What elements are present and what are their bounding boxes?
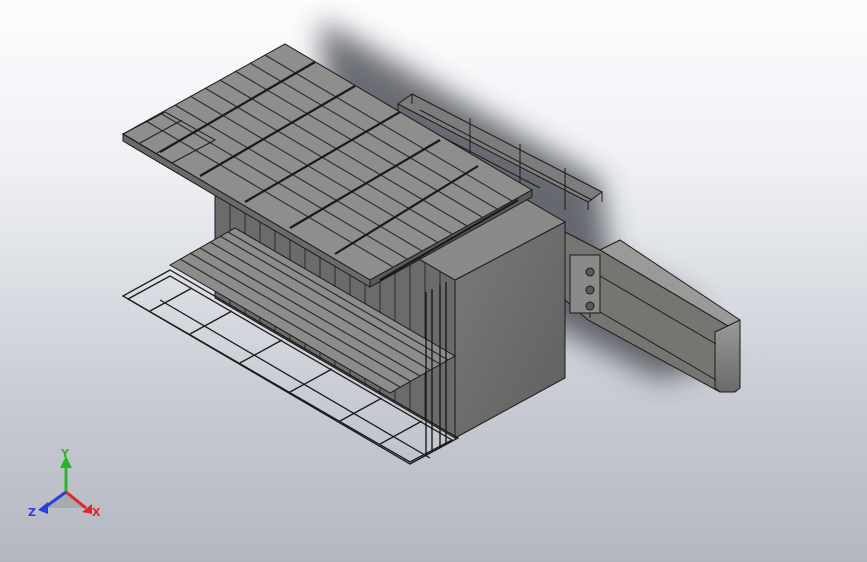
graphics-viewport[interactable]: Y X Z [0,0,867,562]
z-axis-label: Z [28,506,36,519]
x-axis-label: X [92,506,101,519]
orientation-triad[interactable]: Y X Z [26,448,106,523]
model-view[interactable] [0,0,867,562]
y-axis-label: Y [60,448,70,460]
y-axis-arrow-icon [60,456,72,492]
